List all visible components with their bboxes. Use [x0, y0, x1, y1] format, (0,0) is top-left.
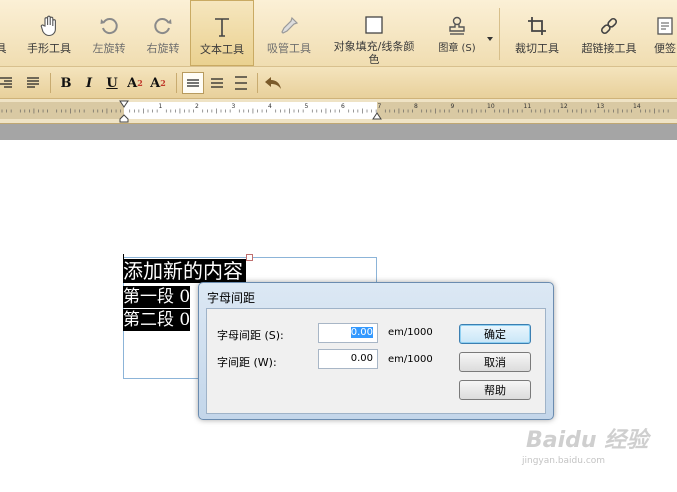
ruler-number: 11: [523, 103, 532, 110]
ruler-number: 12: [560, 103, 568, 110]
format-divider-3: [257, 73, 258, 93]
dialog-client: 字母间距 (S): 0.00 em/1000 字间距 (W): 0.00 em/…: [206, 308, 546, 414]
horizontal-ruler[interactable]: 1 2 3 4 5 6 7 8 9 10 11 12 13 14: [0, 99, 677, 124]
ruler-number: 3: [231, 103, 236, 110]
ruler-number: 14: [633, 103, 641, 110]
eyedropper-tool-label: 吸管工具: [267, 42, 311, 55]
link-icon: [597, 14, 621, 38]
justify-icon[interactable]: [22, 72, 44, 94]
main-toolbar: 具 手形工具 左旋转 右旋转 文本工具 吸管工具 对象填充/线条颜 色 图章 (…: [0, 0, 677, 67]
hand-tool-label: 手形工具: [27, 42, 71, 55]
crop-tool-button[interactable]: 裁切工具: [508, 0, 566, 66]
bold-button[interactable]: B: [55, 72, 77, 94]
underline-button[interactable]: U: [101, 72, 123, 94]
line-spacing-1-button[interactable]: [182, 72, 204, 94]
line-spacing-15-button[interactable]: [206, 72, 228, 94]
text-tool-icon: [210, 15, 234, 39]
tool-label: 具: [0, 42, 7, 55]
toolbar-divider: [499, 8, 500, 60]
format-toolbar: B I U A2 A2: [0, 67, 677, 99]
crop-icon: [525, 14, 549, 38]
rotate-left-label: 左旋转: [92, 42, 126, 55]
note-tool-label: 便签: [654, 42, 676, 55]
ruler-number: 13: [596, 103, 605, 110]
eyedropper-tool-button[interactable]: 吸管工具: [260, 0, 318, 66]
text-line-2[interactable]: 第一段 0: [123, 286, 191, 308]
watermark-brand: Baidu 经验: [526, 428, 649, 453]
stamp-label: 图章 (S): [438, 43, 476, 54]
letter-spacing-unit: em/1000: [388, 327, 433, 338]
word-spacing-input[interactable]: 0.00: [318, 349, 378, 369]
word-spacing-unit: em/1000: [388, 354, 433, 365]
page-gap: [0, 124, 677, 140]
link-tool-button[interactable]: 超链接工具: [574, 0, 644, 66]
stamp-button[interactable]: 图章 (S): [432, 0, 482, 66]
subscript-button[interactable]: A2: [147, 72, 169, 94]
watermark-url: jingyan.baidu.com: [522, 456, 606, 466]
subscript-mark: 2: [160, 78, 166, 88]
rotate-left-button[interactable]: 左旋转: [84, 0, 134, 66]
superscript-button[interactable]: A2: [124, 72, 146, 94]
fill-stroke-color-button[interactable]: 对象填充/线条颜 色: [326, 0, 422, 66]
word-spacing-label: 字间距 (W):: [217, 356, 277, 369]
tool-icon: [0, 14, 13, 38]
text-tool-label: 文本工具: [200, 43, 244, 56]
dialog-title: 字母间距: [207, 291, 256, 305]
text-line-3[interactable]: 第二段 0: [123, 309, 191, 331]
ruler-number: 1: [158, 103, 163, 110]
rotate-left-icon: [97, 14, 121, 38]
ruler-ticks: [1, 108, 669, 114]
text-line-1[interactable]: 添加新的内容: [123, 259, 246, 283]
ruler-number: 8: [414, 103, 418, 110]
hand-icon: [37, 14, 61, 38]
align-right-icon[interactable]: [0, 72, 16, 94]
format-divider-2: [176, 73, 177, 93]
superscript-letter: A: [127, 75, 138, 91]
letter-spacing-input[interactable]: 0.00: [318, 323, 378, 343]
cancel-button[interactable]: 取消: [459, 352, 531, 372]
hand-tool-button[interactable]: 手形工具: [22, 0, 76, 66]
ok-button[interactable]: 确定: [459, 324, 531, 344]
letter-spacing-value: 0.00: [350, 327, 373, 338]
fill-icon: [362, 14, 386, 36]
help-button[interactable]: 帮助: [459, 380, 531, 400]
fill-stroke-label: 对象填充/线条颜: [333, 40, 415, 53]
superscript-mark: 2: [137, 78, 143, 88]
note-icon: [653, 14, 677, 38]
ruler-number: 10: [487, 103, 495, 110]
fill-stroke-label-2: 色: [368, 53, 380, 66]
letter-spacing-dialog: 字母间距 字母间距 (S): 0.00 em/1000 字间距 (W): 0.0…: [198, 282, 554, 420]
rotate-right-button[interactable]: 右旋转: [138, 0, 188, 66]
ruler-number: 9: [450, 103, 455, 110]
right-indent-marker-icon[interactable]: [371, 99, 383, 123]
italic-button[interactable]: I: [78, 72, 100, 94]
text-box-handle[interactable]: [246, 254, 253, 261]
left-indent-marker-icon[interactable]: [118, 99, 130, 123]
ruler-number: 5: [304, 103, 309, 110]
stamp-dropdown-arrow-icon[interactable]: [487, 37, 493, 41]
ruler-number: 2: [195, 103, 199, 110]
eyedropper-icon: [277, 14, 301, 38]
format-divider: [50, 73, 51, 93]
ruler-number: 4: [268, 103, 272, 110]
note-tool-button[interactable]: 便签: [650, 0, 677, 66]
baidu-watermark: Baidu 经验 jingyan.baidu.com: [522, 422, 652, 470]
subscript-letter: A: [150, 75, 161, 91]
ruler-number: 6: [341, 103, 345, 110]
word-spacing-value: 0.00: [350, 353, 373, 364]
rotate-right-icon: [151, 14, 175, 38]
stamp-icon: [445, 14, 469, 38]
letter-spacing-label: 字母间距 (S):: [217, 329, 284, 342]
text-tool-button[interactable]: 文本工具: [190, 0, 254, 66]
crop-tool-label: 裁切工具: [515, 42, 559, 55]
link-tool-label: 超链接工具: [581, 42, 637, 55]
line-spacing-2-button[interactable]: [230, 72, 252, 94]
undo-icon[interactable]: [262, 72, 284, 94]
rotate-right-label: 右旋转: [146, 42, 180, 55]
tool-partial-left[interactable]: 具: [0, 0, 16, 66]
